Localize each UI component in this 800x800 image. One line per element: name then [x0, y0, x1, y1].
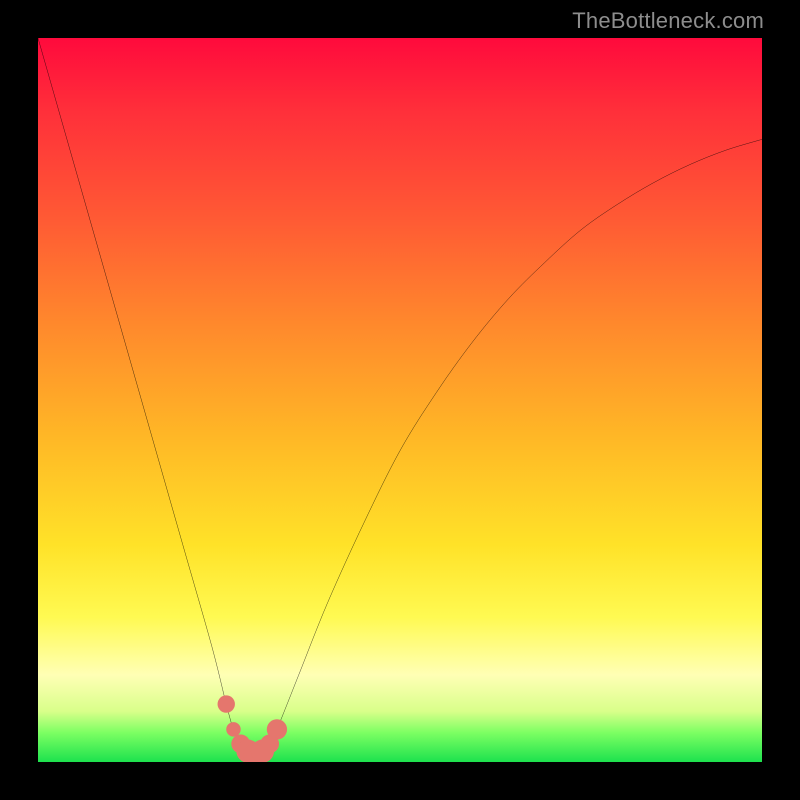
attribution-label: TheBottleneck.com [572, 8, 764, 34]
chart-svg [38, 38, 762, 762]
bottleneck-curve [38, 38, 762, 755]
lowpoint-marker [218, 695, 235, 712]
lowpoint-marker [267, 719, 287, 739]
lowpoint-marker [226, 722, 240, 736]
chart-frame: TheBottleneck.com [0, 0, 800, 800]
plot-area [38, 38, 762, 762]
lowpoint-markers [218, 695, 288, 762]
